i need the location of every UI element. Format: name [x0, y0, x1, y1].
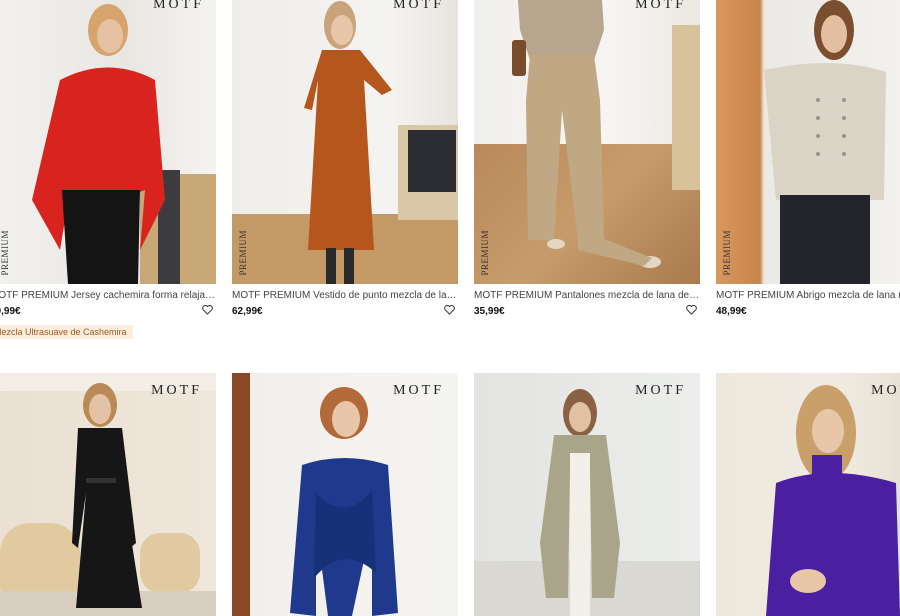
model-figure — [764, 0, 886, 284]
product-price: 48,99€ — [716, 306, 747, 317]
product-grid: MOTF PREMIUM MOTF PREMIUM Jersey cachemi… — [0, 0, 900, 616]
product-image[interactable]: MOTF PREMIUM — [0, 0, 216, 284]
product-image[interactable]: MOTF — [474, 373, 700, 616]
product-title[interactable]: MOTF PREMIUM Pantalones mezcla de lana d… — [474, 290, 700, 301]
premium-tag: PREMIUM — [480, 230, 490, 276]
model-figure — [72, 383, 142, 608]
product-card[interactable]: MOTF — [716, 373, 900, 616]
brand-watermark: MOTF — [635, 0, 686, 12]
product-image[interactable]: PREMIUM — [716, 0, 900, 284]
product-card[interactable]: MOTF — [474, 373, 700, 616]
product-card[interactable]: PREMIUM MOTF PREMIUM Abrigo mezcla de la… — [716, 0, 900, 320]
premium-tag: PREMIUM — [0, 230, 10, 276]
product-image[interactable]: MOTF — [716, 373, 900, 616]
promo-badge: Mezcla Ultrasuave de Cashemira — [0, 325, 133, 339]
product-title[interactable]: MOTF PREMIUM Abrigo mezcla de lana recor… — [716, 290, 900, 301]
model-figure — [290, 387, 398, 616]
product-price: 29,99€ — [0, 306, 21, 317]
brand-watermark: MOTF — [635, 383, 686, 398]
product-title[interactable]: MOTF PREMIUM Jersey cachemira forma rela… — [0, 290, 216, 301]
wishlist-button[interactable] — [200, 303, 214, 317]
product-title[interactable]: MOTF PREMIUM Vestido de punto mezcla de … — [232, 290, 458, 301]
model-figure — [540, 389, 620, 616]
wishlist-button[interactable] — [684, 303, 698, 317]
wishlist-button[interactable] — [442, 303, 456, 317]
brand-watermark: MOTF — [393, 383, 444, 398]
premium-tag: PREMIUM — [238, 230, 248, 276]
product-image[interactable]: MOTF — [0, 373, 216, 616]
heart-outline-icon — [685, 305, 697, 315]
product-image[interactable]: MOTF — [232, 373, 458, 616]
heart-outline-icon — [201, 305, 213, 315]
premium-tag: PREMIUM — [722, 230, 732, 276]
product-price: 35,99€ — [474, 306, 505, 317]
brand-watermark: MOTF — [871, 383, 900, 398]
product-card[interactable]: MOTF PREMIUM MOTF PREMIUM Vestido de pun… — [232, 0, 458, 320]
model-figure — [766, 385, 900, 616]
product-card[interactable]: MOTF — [0, 373, 216, 616]
product-card[interactable]: MOTF — [232, 373, 458, 616]
product-card[interactable]: MOTF PREMIUM MOTF PREMIUM Jersey cachemi… — [0, 0, 216, 320]
heart-outline-icon — [443, 305, 455, 315]
model-figure — [304, 1, 392, 284]
product-card[interactable]: MOTF PREMIUM MOTF PREMIUM Pantalones mez… — [474, 0, 700, 320]
product-image[interactable]: MOTF PREMIUM — [474, 0, 700, 284]
brand-watermark: MOTF — [393, 0, 444, 12]
product-price: 62,99€ — [232, 306, 263, 317]
product-image[interactable]: MOTF PREMIUM — [232, 0, 458, 284]
model-figure — [512, 0, 661, 268]
model-figure — [32, 4, 165, 284]
brand-watermark: MOTF — [153, 0, 204, 12]
brand-watermark: MOTF — [151, 383, 202, 398]
